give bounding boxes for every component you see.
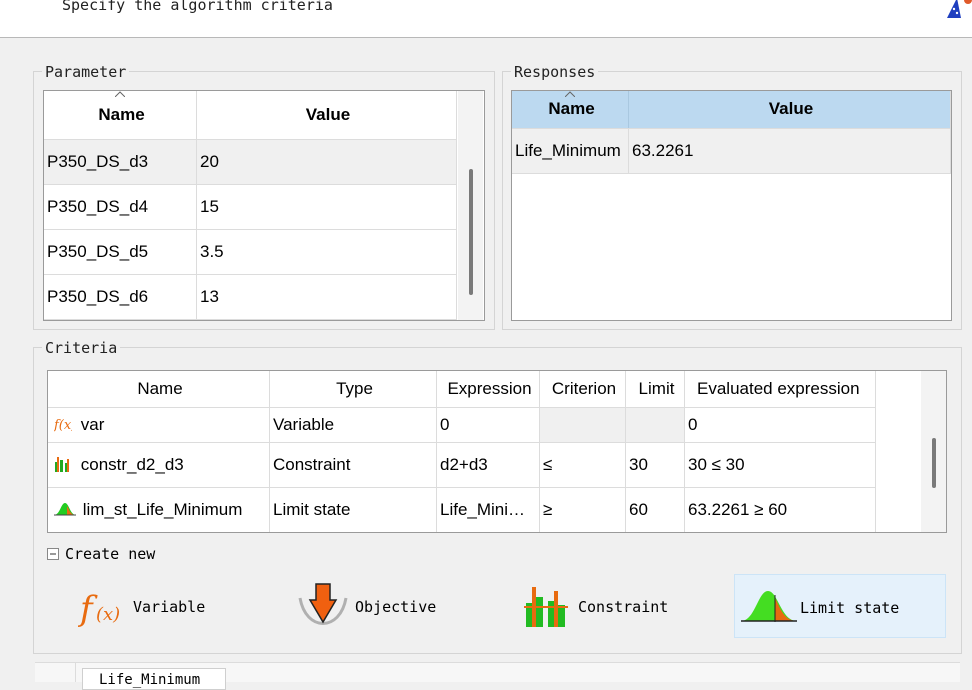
table-row[interactable]: P350_DS_d6 13 <box>44 274 457 320</box>
parameter-table[interactable]: Name Value P350_DS_d3 20 P350_DS_d4 15 P… <box>43 90 485 321</box>
collapse-icon[interactable] <box>47 548 59 560</box>
criterion-expression[interactable]: Life_Mini… <box>436 487 540 532</box>
criterion-operator[interactable]: ≤ <box>539 442 626 488</box>
criterion-expression[interactable]: d2+d3 <box>436 442 540 488</box>
table-row[interactable]: P350_DS_d3 20 <box>44 139 457 185</box>
parameter-group-title: Parameter <box>42 63 130 81</box>
param-name: P350_DS_d4 <box>44 184 197 230</box>
param-value[interactable]: 20 <box>196 139 457 185</box>
column-header-criterion[interactable]: Criterion <box>539 371 626 408</box>
param-value[interactable]: 3.5 <box>196 229 457 275</box>
criterion-operator[interactable] <box>539 407 626 443</box>
column-header-type[interactable]: Type <box>269 371 437 408</box>
param-name: P350_DS_d6 <box>44 274 197 320</box>
criterion-evaluated: 30 ≤ 30 <box>684 442 876 488</box>
param-name: P350_DS_d3 <box>44 139 197 185</box>
param-value[interactable]: 13 <box>196 274 457 320</box>
limit-state-icon <box>741 591 797 622</box>
criterion-limit[interactable] <box>625 407 685 443</box>
tab-life-minimum[interactable]: Life_Minimum <box>82 668 226 690</box>
column-header-value[interactable]: Value <box>196 91 457 140</box>
criterion-evaluated: 0 <box>684 407 876 443</box>
header-description: Specify the algorithm criteria <box>62 0 333 14</box>
create-limit-state-label: Limit state <box>800 599 900 617</box>
svg-text:(x): (x) <box>96 604 120 625</box>
function-icon: f(x) <box>53 418 76 433</box>
create-variable-label: Variable <box>133 598 206 616</box>
responses-group-title: Responses <box>511 63 599 81</box>
criterion-operator[interactable]: ≥ <box>539 487 626 532</box>
column-header-value[interactable]: Value <box>628 91 951 129</box>
function-icon: f (x) <box>78 589 120 629</box>
criterion-name: lim_st_Life_Minimum <box>82 499 243 519</box>
limit-state-icon <box>54 502 76 515</box>
criteria-scrollbar-thumb[interactable] <box>932 438 936 488</box>
criterion-limit[interactable]: 60 <box>625 487 685 532</box>
objective-icon <box>298 583 348 625</box>
table-row[interactable]: f(x) var Variable 0 0 <box>48 407 876 443</box>
bottom-panel: Life_Minimum <box>35 662 960 690</box>
wizard-header: Specify the algorithm criteria <box>0 0 972 38</box>
create-limit-state-button[interactable]: Limit state <box>734 574 946 638</box>
create-new-label: Create new <box>65 545 156 563</box>
param-name: P350_DS_d5 <box>44 229 197 275</box>
criterion-expression[interactable]: 0 <box>436 407 540 443</box>
table-row[interactable]: P350_DS_d5 3.5 <box>44 229 457 275</box>
tab-label: Life_Minimum <box>99 672 201 688</box>
column-header-evaluated[interactable]: Evaluated expression <box>684 371 876 408</box>
create-objective-label: Objective <box>355 598 437 616</box>
constraint-icon <box>55 456 69 472</box>
constraint-icon <box>524 587 568 627</box>
column-header-name[interactable]: Name <box>48 371 270 408</box>
criterion-limit[interactable]: 30 <box>625 442 685 488</box>
create-constraint-label: Constraint <box>578 598 669 616</box>
criterion-name: constr_d2_d3 <box>80 454 184 474</box>
wizard-hat-icon <box>947 0 972 18</box>
table-row[interactable]: constr_d2_d3 Constraint d2+d3 ≤ 30 30 ≤ … <box>48 442 876 488</box>
param-value[interactable]: 15 <box>196 184 457 230</box>
criterion-type: Variable <box>269 407 437 443</box>
column-header-expression[interactable]: Expression <box>436 371 540 408</box>
response-value: 63.2261 <box>628 128 951 174</box>
criterion-type: Constraint <box>269 442 437 488</box>
create-variable-button[interactable]: f (x) Variable <box>78 574 258 638</box>
svg-text:f(x): f(x) <box>54 418 72 433</box>
bottom-panel-divider <box>75 663 76 682</box>
create-constraint-button[interactable]: Constraint <box>524 574 704 638</box>
column-header-limit[interactable]: Limit <box>625 371 685 408</box>
create-objective-button[interactable]: Objective <box>298 574 478 638</box>
criterion-name: var <box>80 414 105 434</box>
column-header-name[interactable]: Name <box>44 91 197 140</box>
criteria-group-title: Criteria <box>42 339 121 357</box>
parameter-scrollbar-thumb[interactable] <box>469 169 473 295</box>
criteria-table[interactable]: Name Type Expression Criterion Limit Eva… <box>47 370 947 533</box>
response-name: Life_Minimum <box>512 128 629 174</box>
table-row[interactable]: Life_Minimum 63.2261 <box>512 128 951 174</box>
svg-text:f: f <box>78 589 98 629</box>
criterion-type: Limit state <box>269 487 437 532</box>
table-row[interactable]: P350_DS_d4 15 <box>44 184 457 230</box>
sort-ascending-icon <box>565 91 575 97</box>
sort-ascending-icon <box>115 91 125 97</box>
responses-table[interactable]: Name Value Life_Minimum 63.2261 <box>511 90 952 321</box>
criterion-evaluated: 63.2261 ≥ 60 <box>684 487 876 532</box>
table-row[interactable]: lim_st_Life_Minimum Limit state Life_Min… <box>48 487 876 532</box>
